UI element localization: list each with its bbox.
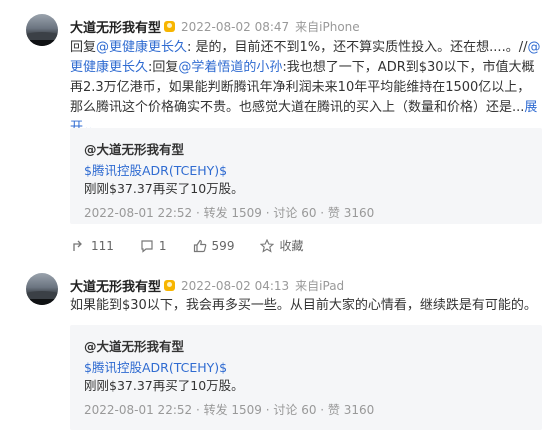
comment-count: 1 xyxy=(158,238,167,253)
repost-count: 111 xyxy=(91,238,114,253)
comment-icon xyxy=(141,239,153,253)
quoted-post[interactable]: @大道无形我有型 $腾讯控股ADR(TCEHY)$ 刚刚$37.37再买了10万… xyxy=(70,128,542,224)
mention-link[interactable]: @学着悟道的小孙 xyxy=(178,60,282,75)
favorite-label: 收藏 xyxy=(279,239,304,253)
like-button[interactable]: 599 xyxy=(193,238,235,253)
timestamp[interactable]: 2022-08-02 04:13 xyxy=(181,279,289,293)
post-source: 来自iPhone xyxy=(295,20,360,34)
quoted-author[interactable]: @大道无形我有型 xyxy=(84,139,184,158)
body-text: :回复 xyxy=(148,60,179,75)
avatar[interactable] xyxy=(26,273,58,305)
post-body: 回复@更健康更长久: 是的，目前还不到1%，还不算实质性投入。还在想....。/… xyxy=(70,38,542,138)
author-name[interactable]: 大道无形我有型 xyxy=(70,276,161,295)
author-name[interactable]: 大道无形我有型 xyxy=(70,17,161,36)
quoted-meta: 2022-08-01 22:52 · 转发 1509 · 讨论 60 · 赞 3… xyxy=(84,206,375,220)
quoted-meta: 2022-08-01 22:52 · 转发 1509 · 讨论 60 · 赞 3… xyxy=(84,403,375,417)
repost-icon xyxy=(73,240,82,251)
comment-button[interactable]: 1 xyxy=(140,239,167,253)
body-text: 回复 xyxy=(70,40,97,55)
post-source: 来自iPad xyxy=(295,279,345,293)
timestamp[interactable]: 2022-08-02 08:47 xyxy=(181,20,289,34)
post-body: 如果能到$30以下，我会再多买一些。从目前大家的心情看，继续跌是有可能的。 xyxy=(70,298,537,313)
avatar[interactable] xyxy=(26,14,58,46)
quoted-text: 刚刚$37.37再买了10万股。 xyxy=(84,378,244,393)
quoted-author[interactable]: @大道无形我有型 xyxy=(84,336,184,355)
action-bar: 111 1 599 收藏 xyxy=(72,237,329,254)
star-icon xyxy=(260,238,275,253)
mention-link[interactable]: @更健康更长久 xyxy=(96,40,187,55)
post-header: 大道无形我有型 2022-08-02 04:13 来自iPad xyxy=(70,276,345,296)
post-header: 大道无形我有型 2022-08-02 08:47 来自iPhone xyxy=(70,17,360,37)
quoted-text: 刚刚$37.37再买了10万股。 xyxy=(84,181,244,196)
stock-link[interactable]: $腾讯控股ADR(TCEHY)$ xyxy=(84,357,227,376)
favorite-button[interactable]: 收藏 xyxy=(260,237,303,254)
vip-badge-icon xyxy=(164,21,176,32)
repost-button[interactable]: 111 xyxy=(72,239,114,253)
vip-badge-icon xyxy=(164,280,176,291)
quoted-post[interactable]: @大道无形我有型 $腾讯控股ADR(TCEHY)$ 刚刚$37.37再买了10万… xyxy=(70,325,542,430)
like-count: 599 xyxy=(211,238,235,253)
stock-link[interactable]: $腾讯控股ADR(TCEHY)$ xyxy=(84,160,227,179)
body-text: : 是的，目前还不到1%，还不算实质性投入。还在想....。// xyxy=(187,40,528,55)
thumbs-up-icon xyxy=(193,239,206,252)
